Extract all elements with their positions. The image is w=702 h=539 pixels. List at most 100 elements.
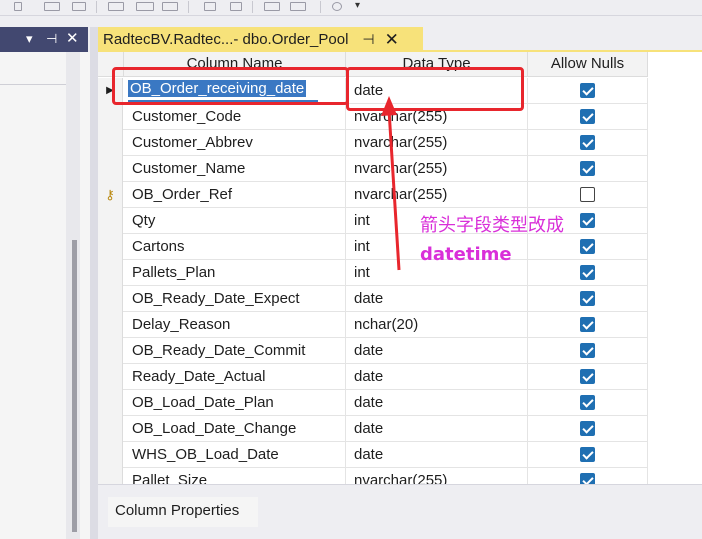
- column-name-cell[interactable]: Cartons: [132, 238, 185, 255]
- data-type-cell[interactable]: date: [354, 368, 383, 385]
- table-row[interactable]: WHS_OB_Load_Date date: [98, 442, 648, 468]
- data-type-cell[interactable]: int: [354, 238, 370, 255]
- allow-nulls-checkbox[interactable]: [580, 317, 595, 332]
- allow-nulls-checkbox[interactable]: [580, 135, 595, 150]
- dropdown-icon[interactable]: ▾: [26, 31, 33, 47]
- column-name-cell[interactable]: OB_Load_Date_Change: [132, 420, 296, 437]
- data-type-cell[interactable]: nvarchar(255): [354, 134, 447, 151]
- data-type-cell[interactable]: int: [354, 212, 370, 229]
- allow-nulls-checkbox[interactable]: [580, 343, 595, 358]
- table-row[interactable]: Pallets_Plan int: [98, 260, 648, 286]
- column-name-cell[interactable]: OB_Ready_Date_Commit: [132, 342, 305, 359]
- data-type-cell[interactable]: int: [354, 264, 370, 281]
- data-type-cell[interactable]: nchar(20): [354, 316, 418, 333]
- toolbar-dropdown-icon[interactable]: ▾: [355, 0, 360, 11]
- toolbar-icon[interactable]: [44, 2, 60, 11]
- row-selector[interactable]: [98, 286, 123, 312]
- toolbar-icon[interactable]: [204, 2, 216, 11]
- allow-nulls-checkbox[interactable]: [580, 213, 595, 228]
- allow-nulls-header[interactable]: Allow Nulls: [528, 55, 647, 72]
- table-row[interactable]: Ready_Date_Actual date: [98, 364, 648, 390]
- pin-icon[interactable]: ⊣: [46, 31, 57, 47]
- allow-nulls-checkbox[interactable]: [580, 239, 595, 254]
- allow-nulls-checkbox[interactable]: [580, 109, 595, 124]
- close-icon[interactable]: ✕: [385, 30, 399, 50]
- toolbar-icon[interactable]: [14, 2, 22, 11]
- column-name-cell[interactable]: Qty: [132, 212, 155, 229]
- column-name-cell[interactable]: Customer_Code: [132, 108, 241, 125]
- table-row[interactable]: Customer_Abbrev nvarchar(255): [98, 130, 648, 156]
- allow-nulls-checkbox[interactable]: [580, 421, 595, 436]
- allow-nulls-checkbox[interactable]: [580, 187, 595, 202]
- row-selector[interactable]: [98, 208, 123, 234]
- column-properties-tab[interactable]: Column Properties: [108, 497, 258, 527]
- toolbar-icon[interactable]: [264, 2, 280, 11]
- table-row[interactable]: OB_Ready_Date_Commit date: [98, 338, 648, 364]
- column-name-cell[interactable]: WHS_OB_Load_Date: [132, 446, 279, 463]
- data-type-cell[interactable]: date: [354, 394, 383, 411]
- allow-nulls-checkbox[interactable]: [580, 369, 595, 384]
- table-row[interactable]: OB_Load_Date_Change date: [98, 416, 648, 442]
- column-name-cell[interactable]: OB_Load_Date_Plan: [132, 394, 274, 411]
- row-selector[interactable]: [98, 234, 123, 260]
- table-row[interactable]: ⚷ OB_Order_Ref nvarchar(255): [98, 182, 648, 208]
- document-tab[interactable]: RadtecBV.Radtec...- dbo.Order_Pool ⊣ ✕: [98, 27, 423, 52]
- table-row[interactable]: OB_Ready_Date_Expect date: [98, 286, 648, 312]
- row-selector[interactable]: [98, 468, 123, 484]
- table-row[interactable]: Customer_Name nvarchar(255): [98, 156, 648, 182]
- table-row[interactable]: Cartons int: [98, 234, 648, 260]
- column-name-cell[interactable]: Customer_Abbrev: [132, 134, 253, 151]
- allow-nulls-checkbox[interactable]: [580, 291, 595, 306]
- row-selector[interactable]: [98, 130, 123, 156]
- allow-nulls-checkbox[interactable]: [580, 161, 595, 176]
- toolbar-icon[interactable]: [136, 2, 154, 11]
- toolbar-icon[interactable]: [332, 2, 342, 11]
- table-row[interactable]: Qty int: [98, 208, 648, 234]
- document-tab-title[interactable]: RadtecBV.Radtec...- dbo.Order_Pool: [103, 31, 348, 48]
- data-type-cell[interactable]: nvarchar(255): [354, 160, 447, 177]
- data-type-cell[interactable]: date: [354, 420, 383, 437]
- toolbar-icon[interactable]: [72, 2, 86, 11]
- column-name-cell[interactable]: Ready_Date_Actual: [132, 368, 265, 385]
- column-name-cell[interactable]: OB_Ready_Date_Expect: [132, 290, 300, 307]
- column-name-cell[interactable]: Delay_Reason: [132, 316, 230, 333]
- column-name-cell[interactable]: Customer_Name: [132, 160, 245, 177]
- primary-key-icon[interactable]: ⚷: [98, 182, 123, 208]
- data-type-cell[interactable]: nvarchar(255): [354, 186, 447, 203]
- table-designer-grid[interactable]: Column Name Data Type Allow Nulls ▶ OB_Or…: [98, 52, 702, 484]
- row-selector[interactable]: [98, 390, 123, 416]
- allow-nulls-checkbox[interactable]: [580, 265, 595, 280]
- column-name-cell[interactable]: Pallets_Plan: [132, 264, 215, 281]
- data-type-cell[interactable]: nvarchar(255): [354, 472, 447, 484]
- table-row[interactable]: Delay_Reason nchar(20): [98, 312, 648, 338]
- left-panel-scroll-thumb[interactable]: [72, 240, 77, 532]
- allow-nulls-checkbox[interactable]: [580, 83, 595, 98]
- table-row[interactable]: Pallet_Size nvarchar(255): [98, 468, 648, 484]
- column-name-cell[interactable]: Pallet_Size: [132, 472, 207, 484]
- row-selector[interactable]: [98, 104, 123, 130]
- cell-separator: [345, 156, 346, 182]
- panel-splitter[interactable]: [90, 27, 98, 539]
- cell-separator: [647, 130, 648, 156]
- column-name-cell[interactable]: OB_Order_Ref: [132, 186, 232, 203]
- allow-nulls-checkbox[interactable]: [580, 447, 595, 462]
- allow-nulls-checkbox[interactable]: [580, 395, 595, 410]
- data-type-cell[interactable]: date: [354, 446, 383, 463]
- toolbar-icon[interactable]: [108, 2, 124, 11]
- row-selector[interactable]: [98, 156, 123, 182]
- toolbar-icon[interactable]: [162, 2, 178, 11]
- row-selector[interactable]: [98, 312, 123, 338]
- row-selector[interactable]: [98, 416, 123, 442]
- toolbar-icon[interactable]: [290, 2, 306, 11]
- allow-nulls-checkbox[interactable]: [580, 473, 595, 484]
- table-row[interactable]: OB_Load_Date_Plan date: [98, 390, 648, 416]
- row-selector[interactable]: [98, 338, 123, 364]
- row-selector[interactable]: [98, 260, 123, 286]
- close-icon[interactable]: ✕: [66, 29, 79, 47]
- row-selector[interactable]: [98, 442, 123, 468]
- data-type-cell[interactable]: date: [354, 342, 383, 359]
- toolbar-icon[interactable]: [230, 2, 242, 11]
- row-selector[interactable]: [98, 364, 123, 390]
- pin-icon[interactable]: ⊣: [362, 31, 374, 48]
- data-type-cell[interactable]: date: [354, 290, 383, 307]
